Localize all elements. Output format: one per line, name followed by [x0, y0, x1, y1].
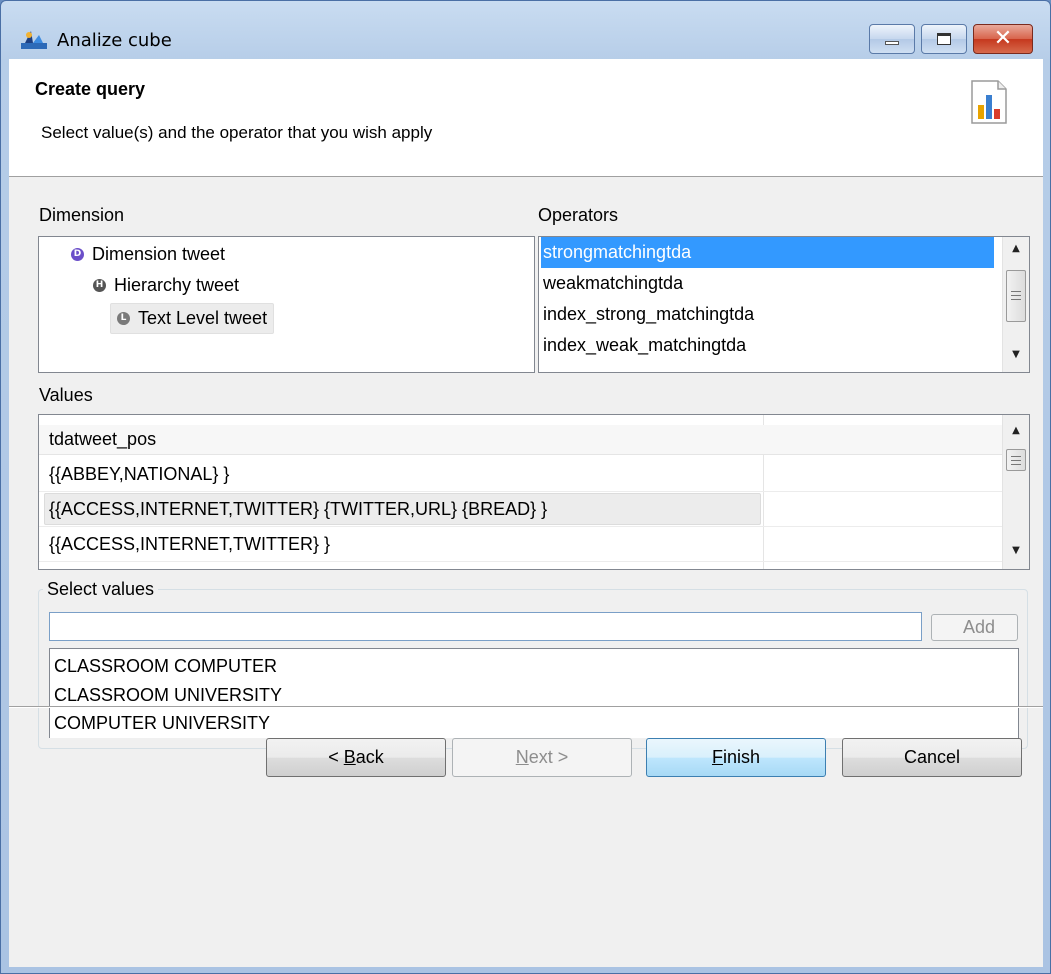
close-button[interactable]: ✕	[973, 24, 1033, 54]
scroll-up-icon[interactable]: ▲	[1003, 243, 1029, 254]
table-row[interactable]: {{ACCESS,INTERNET,TWITTER} }	[39, 527, 1002, 562]
tree-item-label: Text Level tweet	[138, 308, 268, 328]
list-item[interactable]: COMPUTER UNIVERSITY	[54, 713, 270, 734]
column-header-label: tdatweet_pos	[49, 429, 157, 449]
operator-item-partial	[541, 361, 994, 372]
operator-item[interactable]: index_weak_matchingtda	[541, 330, 994, 361]
dimension-icon: D	[71, 248, 84, 261]
back-button[interactable]: < Back	[266, 738, 446, 777]
dialog-client: Create query Select value(s) and the ope…	[9, 59, 1043, 967]
hierarchy-icon: H	[93, 279, 106, 292]
chart-icon	[969, 77, 1009, 127]
select-values-label: Select values	[43, 579, 159, 600]
scroll-thumb[interactable]	[1006, 270, 1026, 322]
dimension-tree[interactable]: D Dimension tweet H Hierarchy tweet L Te…	[38, 236, 535, 373]
tree-item-hierarchy[interactable]: H Hierarchy tweet	[93, 275, 239, 296]
operator-item[interactable]: index_strong_matchingtda	[541, 299, 994, 330]
maximize-icon	[937, 33, 951, 45]
tree-item-level[interactable]: L Text Level tweet	[110, 303, 275, 334]
wizard-header: Create query Select value(s) and the ope…	[9, 59, 1043, 177]
table-cell: {{ACCESS,INTERNET,TWITTER} {TWITTER,URL}…	[49, 499, 548, 519]
dimension-label: Dimension	[39, 205, 125, 225]
table-cell: {{ABBEY,NATIONAL} }	[49, 464, 230, 484]
tree-item-dimension[interactable]: D Dimension tweet	[71, 244, 225, 265]
table-row[interactable]: {{ABBEY,NATIONAL} }	[39, 457, 1002, 492]
values-table[interactable]: tdatweet_pos {{ABBEY,NATIONAL} } {{ACCES…	[38, 414, 1030, 570]
table-row-highlighted[interactable]: {{ACCESS,INTERNET,TWITTER} {TWITTER,URL}…	[39, 492, 1002, 527]
tree-item-label: Dimension tweet	[92, 244, 226, 264]
operator-item[interactable]: weakmatchingtda	[541, 268, 994, 299]
values-column-header[interactable]: tdatweet_pos	[39, 425, 1002, 455]
level-icon: L	[117, 312, 130, 325]
values-scrollbar[interactable]: ▲ ▼	[1002, 415, 1029, 569]
finish-button[interactable]: Finish	[646, 738, 826, 777]
scroll-down-icon[interactable]: ▼	[1003, 349, 1029, 360]
title-bar[interactable]: Analize cube ✕	[1, 1, 1050, 54]
selected-values-list[interactable]: CLASSROOM COMPUTER CLASSROOM UNIVERSITY …	[49, 648, 1019, 738]
operators-scrollbar[interactable]: ▲ ▼	[1002, 237, 1029, 372]
values-label: Values	[39, 385, 93, 405]
operator-item-selected[interactable]: strongmatchingtda	[541, 237, 994, 268]
close-icon: ✕	[993, 26, 1013, 51]
minimize-icon	[885, 41, 899, 45]
tree-item-label: Hierarchy tweet	[114, 275, 240, 295]
select-values-input[interactable]	[49, 612, 922, 641]
operators-list[interactable]: strongmatchingtda weakmatchingtda index_…	[538, 236, 1030, 373]
app-icon	[19, 29, 49, 51]
add-button[interactable]: Add	[931, 614, 1018, 641]
list-item[interactable]: CLASSROOM UNIVERSITY	[54, 685, 282, 706]
dialog-window: Analize cube ✕ Create query Select value…	[0, 0, 1051, 974]
scroll-down-icon[interactable]: ▼	[1003, 545, 1029, 556]
scroll-thumb[interactable]	[1006, 449, 1026, 471]
operators-label: Operators	[538, 205, 619, 225]
footer-separator	[9, 706, 1043, 708]
cancel-button[interactable]: Cancel	[842, 738, 1022, 777]
table-cell: {{ACCESS,INTERNET,TWITTER} }	[49, 534, 331, 554]
next-button[interactable]: Next >	[452, 738, 632, 777]
maximize-button[interactable]	[921, 24, 967, 54]
minimize-button[interactable]	[869, 24, 915, 54]
scroll-up-icon[interactable]: ▲	[1003, 425, 1029, 436]
page-description: Select value(s) and the operator that yo…	[41, 123, 433, 142]
window-title: Analize cube	[57, 30, 172, 51]
page-title: Create query	[35, 79, 146, 99]
list-item[interactable]: CLASSROOM COMPUTER	[54, 656, 277, 677]
